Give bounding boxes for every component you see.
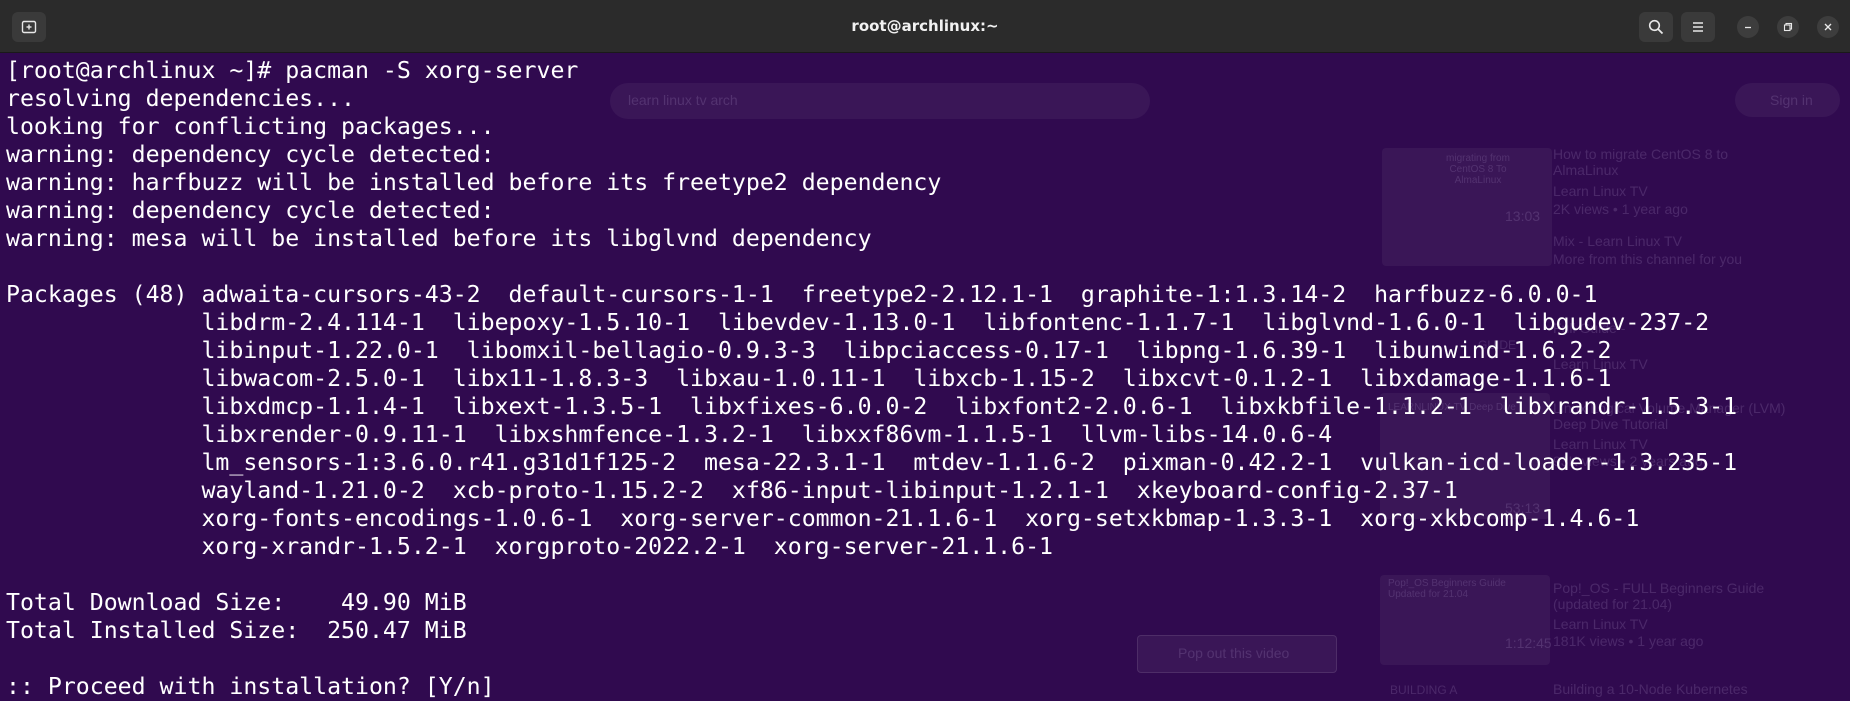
bg-sign-in: Sign in	[1770, 92, 1813, 108]
terminal-line: libdrm-2.4.114-1 libepoxy-1.5.10-1 libev…	[6, 309, 1710, 336]
terminal-line: Total Installed Size: 250.47 MiB	[6, 617, 467, 644]
terminal-line: xorg-fonts-encodings-1.0.6-1 xorg-server…	[6, 505, 1640, 532]
terminal-line: Total Download Size: 49.90 MiB	[6, 589, 467, 616]
terminal-line: xorg-xrandr-1.5.2-1 xorgproto-2022.2-1 x…	[6, 533, 1054, 560]
terminal-view[interactable]: learn linux tv arch Sign in How to migra…	[0, 53, 1850, 701]
minimize-button[interactable]	[1737, 16, 1759, 38]
minimize-icon	[1745, 26, 1751, 29]
close-button[interactable]	[1817, 16, 1839, 38]
terminal-line: looking for conflicting packages...	[6, 113, 495, 140]
terminal-line: Packages (48) adwaita-cursors-43-2 defau…	[6, 281, 1598, 308]
terminal-output: [root@archlinux ~]# pacman -S xorg-serve…	[6, 57, 1737, 701]
search-button[interactable]	[1639, 12, 1673, 42]
terminal-line: lm_sensors-1:3.6.0.r41.g31d1f125-2 mesa-…	[6, 449, 1738, 476]
terminal-line: libwacom-2.5.0-1 libx11-1.8.3-3 libxau-1…	[6, 365, 1612, 392]
terminal-line: warning: dependency cycle detected:	[6, 197, 495, 224]
terminal-line: warning: dependency cycle detected:	[6, 141, 495, 168]
terminal-line: libxrender-0.9.11-1 libxshmfence-1.3.2-1…	[6, 421, 1333, 448]
terminal-line: wayland-1.21.0-2 xcb-proto-1.15.2-2 xf86…	[6, 477, 1458, 504]
terminal-line: warning: harfbuzz will be installed befo…	[6, 169, 942, 196]
maximize-button[interactable]	[1777, 16, 1799, 38]
title-bar: root@archlinux:~	[0, 0, 1850, 53]
new-tab-icon	[21, 20, 37, 34]
terminal-line: :: Proceed with installation? [Y/n]	[6, 673, 495, 700]
terminal-line: libxdmcp-1.1.4-1 libxext-1.3.5-1 libxfix…	[6, 393, 1738, 420]
terminal-line: resolving dependencies...	[6, 85, 356, 112]
hamburger-menu-icon	[1693, 22, 1703, 32]
terminal-line: [root@archlinux ~]# pacman -S xorg-serve…	[6, 57, 579, 84]
terminal-line: warning: mesa will be installed before i…	[6, 225, 872, 252]
window-title: root@archlinux:~	[851, 17, 999, 35]
search-icon	[1648, 19, 1664, 35]
terminal-line: libinput-1.22.0-1 libomxil-bellagio-0.9.…	[6, 337, 1612, 364]
new-tab-button[interactable]	[12, 12, 46, 42]
menu-button[interactable]	[1681, 12, 1715, 42]
close-icon	[1824, 23, 1832, 31]
maximize-icon	[1783, 22, 1793, 32]
